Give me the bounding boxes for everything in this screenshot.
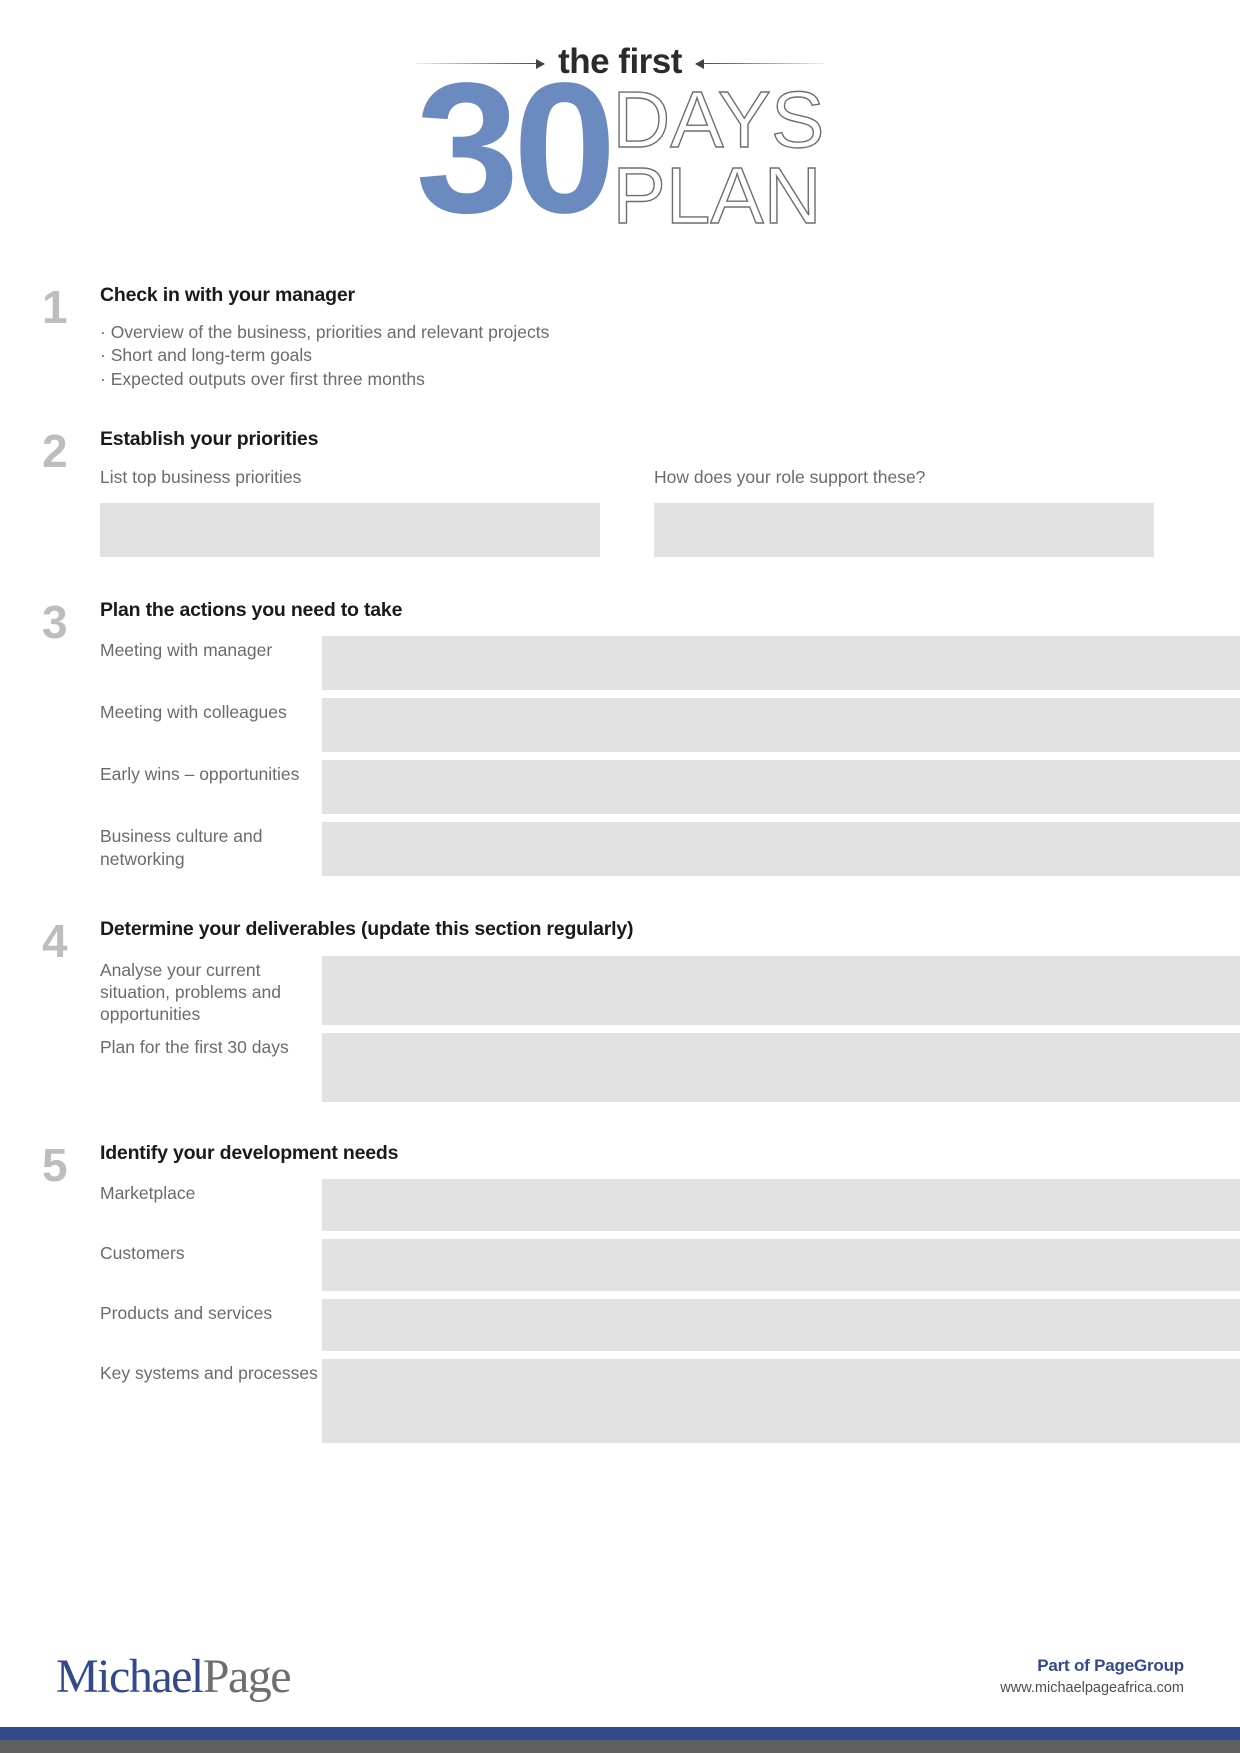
big-number-30: 30 (415, 45, 617, 252)
role-support-input[interactable] (654, 503, 1154, 558)
plan-first-30-days-input[interactable] (322, 1032, 1240, 1102)
footer-blue-bar (0, 1727, 1240, 1740)
form-row: Business culture and networking (100, 822, 1240, 877)
meeting-with-colleagues-input[interactable] (322, 698, 1240, 753)
header-title-block: 30 DAYS PLAN (0, 45, 1240, 252)
bullet-item: · Overview of the business, priorities a… (100, 322, 550, 343)
part-of-pagegroup-text: Part of PageGroup (1037, 1655, 1184, 1675)
priorities-column: List top business priorities (100, 467, 600, 558)
form-row: Early wins – opportunities (100, 760, 1240, 815)
section-4: 4 Determine your deliverables (update th… (0, 918, 1240, 1102)
footer-content: MichaelPage Part of PageGroup www.michae… (0, 1627, 1240, 1727)
bullet-item: · Short and long-term goals (100, 345, 313, 366)
section-3: 3 Plan the actions you need to take Meet… (0, 596, 1240, 877)
form-row: Key systems and processes (100, 1359, 1240, 1444)
customers-input[interactable] (322, 1239, 1240, 1292)
priorities-label: List top business priorities (100, 467, 302, 488)
row-label: Products and services (100, 1303, 273, 1324)
section-3-title: Plan the actions you need to take (100, 599, 403, 622)
footer-grey-bar (0, 1740, 1240, 1753)
form-row: Meeting with manager (100, 636, 1240, 691)
document-footer: MichaelPage Part of PageGroup www.michae… (0, 1627, 1240, 1753)
form-row: Plan for the first 30 days (100, 1032, 1240, 1102)
marketplace-input[interactable] (322, 1179, 1240, 1232)
form-row: Meeting with colleagues (100, 698, 1240, 753)
section-1-number: 1 (42, 281, 68, 333)
form-row: Products and services (100, 1299, 1240, 1352)
section-4-rows: Analyse your current situation, problems… (100, 955, 1240, 1102)
word-days: DAYS (612, 75, 825, 164)
analyse-situation-input[interactable] (322, 955, 1240, 1025)
role-support-label: How does your role support these? (654, 467, 926, 488)
document-header: the first 30 DAYS PLAN (0, 0, 1240, 262)
key-systems-input[interactable] (322, 1359, 1240, 1444)
section-5-title: Identify your development needs (100, 1141, 399, 1164)
row-label: Business culture and networking (100, 826, 263, 869)
section-5: 5 Identify your development needs Market… (0, 1138, 1240, 1444)
row-label: Marketplace (100, 1183, 196, 1204)
arrow-rule-right-icon (694, 57, 824, 69)
section-2: 2 Establish your priorities List top bus… (0, 424, 1240, 558)
meeting-with-manager-input[interactable] (322, 636, 1240, 691)
section-3-number: 3 (42, 596, 68, 649)
bullet-item: · Expected outputs over first three mont… (100, 368, 425, 389)
michael-page-logo: MichaelPage (56, 1650, 292, 1703)
word-plan: PLAN (612, 151, 822, 240)
section-1-title: Check in with your manager (100, 284, 355, 306)
early-wins-input[interactable] (322, 760, 1240, 815)
row-label: Meeting with colleagues (100, 702, 287, 723)
priorities-input[interactable] (100, 503, 600, 558)
role-support-column: How does your role support these? (654, 467, 1154, 558)
row-label: Early wins – opportunities (100, 764, 300, 785)
section-4-number: 4 (42, 915, 68, 968)
row-label: Plan for the first 30 days (100, 1036, 289, 1057)
row-label: Analyse your current situation, problems… (100, 959, 281, 1024)
form-row: Customers (100, 1239, 1240, 1292)
document-body: 1 Check in with your manager · Overview … (0, 284, 1240, 1444)
section-1: 1 Check in with your manager · Overview … (0, 284, 1240, 391)
document-page: the first 30 DAYS PLAN 1 Check in with y… (0, 0, 1240, 1753)
section-1-bullets: · Overview of the business, priorities a… (100, 321, 1240, 390)
row-label: Meeting with manager (100, 640, 273, 661)
days-plan-words: DAYS PLAN (612, 72, 825, 240)
section-4-title: Determine your deliverables (update this… (100, 918, 634, 941)
logo-page-text: Page (202, 1650, 292, 1703)
form-row: Marketplace (100, 1179, 1240, 1232)
section-3-rows: Meeting with manager Meeting with collea… (100, 636, 1240, 877)
form-row: Analyse your current situation, problems… (100, 955, 1240, 1025)
footer-right-block: Part of PageGroup www.michaelpageafrica.… (1000, 1655, 1184, 1700)
section-5-rows: Marketplace Customers Products and servi… (100, 1179, 1240, 1444)
section-2-title: Establish your priorities (100, 427, 319, 450)
website-url[interactable]: www.michaelpageafrica.com (1000, 1678, 1184, 1700)
row-label: Key systems and processes (100, 1363, 318, 1384)
section-5-number: 5 (42, 1138, 68, 1191)
business-culture-input[interactable] (322, 822, 1240, 877)
row-label: Customers (100, 1243, 185, 1264)
logo-michael-text: Michael (56, 1650, 204, 1703)
section-2-columns: List top business priorities How does yo… (100, 467, 1240, 558)
products-services-input[interactable] (322, 1299, 1240, 1352)
section-2-number: 2 (42, 424, 68, 477)
